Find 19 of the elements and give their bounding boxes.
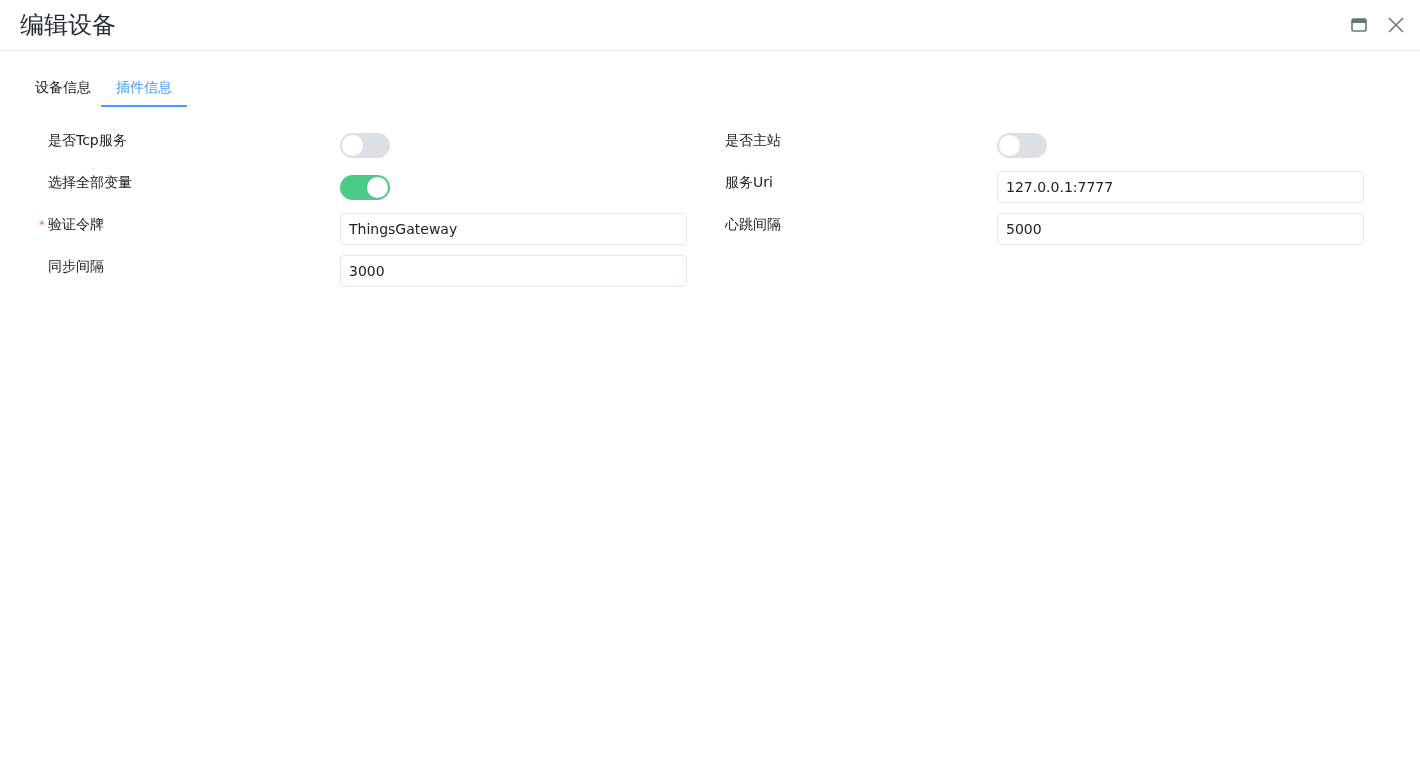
field-label: 是否Tcp服务 [48, 132, 127, 150]
window-title: 编辑设备 [20, 10, 116, 41]
input-field[interactable]: 127.0.0.1:7777 [997, 171, 1364, 203]
input-field[interactable]: 3000 [340, 255, 687, 287]
field-label: 心跳间隔 [725, 216, 781, 234]
tab[interactable]: 设备信息 [25, 73, 101, 107]
maximize-icon[interactable] [1351, 18, 1367, 32]
field-label: 同步间隔 [48, 258, 104, 276]
required-mark: * [39, 218, 45, 232]
toggle-switch[interactable] [340, 132, 390, 158]
field-label: 选择全部变量 [48, 174, 132, 192]
field-label: 服务Uri [725, 174, 773, 192]
toggle-switch[interactable] [997, 132, 1047, 158]
close-icon[interactable] [1388, 17, 1404, 33]
toggle-switch[interactable] [340, 174, 390, 200]
field-label: 是否主站 [725, 132, 781, 150]
field-label: 验证令牌 [48, 216, 104, 234]
input-field[interactable]: 5000 [997, 213, 1364, 245]
input-field[interactable]: ThingsGateway [340, 213, 687, 245]
